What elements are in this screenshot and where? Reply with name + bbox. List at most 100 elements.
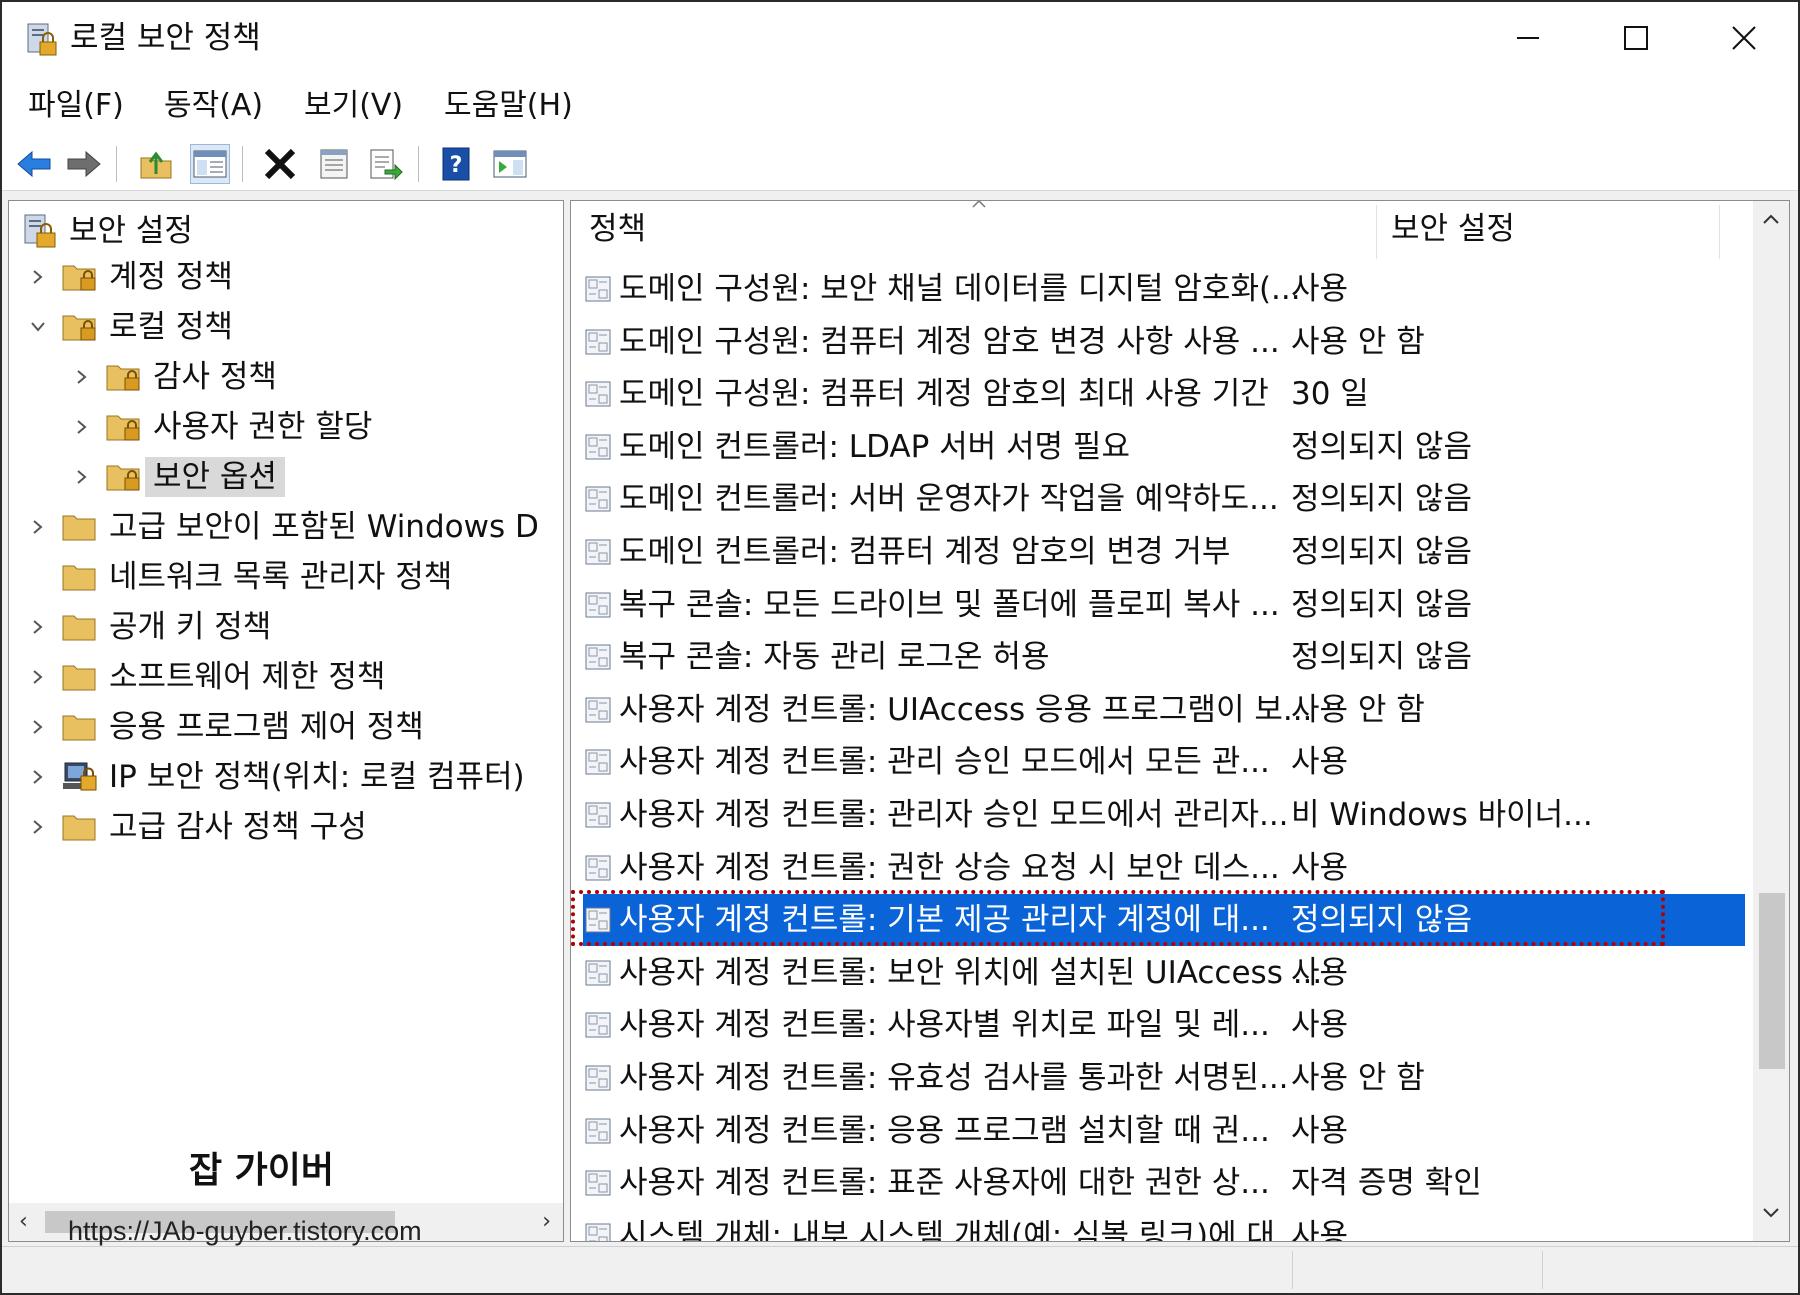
scroll-right-icon[interactable]: ›	[542, 1209, 551, 1234]
tree-item-security-options[interactable]: 보안 옵션	[71, 453, 285, 501]
policy-name: 사용자 계정 컨트롤: 권한 상승 요청 시 보안 데스...	[619, 849, 1280, 886]
chevron-right-icon[interactable]	[27, 816, 49, 838]
scroll-thumb[interactable]	[1759, 893, 1785, 1069]
tree-item-public-key[interactable]: 공개 키 정책	[27, 603, 271, 651]
policy-row[interactable]: 사용자 계정 컨트롤: 사용자별 위치로 파일 및 레... 사용	[583, 999, 1745, 1051]
column-divider[interactable]	[1376, 205, 1377, 259]
column-header-setting[interactable]: 보안 설정	[1391, 209, 1515, 249]
scroll-left-icon[interactable]: ‹	[19, 1209, 28, 1234]
policy-row[interactable]: 사용자 계정 컨트롤: 유효성 검사를 통과한 서명된... 사용 안 함	[583, 1052, 1745, 1104]
tree-item-local-policy[interactable]: 로컬 정책	[27, 303, 233, 351]
policy-row[interactable]: 도메인 컨트롤러: LDAP 서버 서명 필요 정의되지 않음	[583, 421, 1745, 473]
delete-button[interactable]	[260, 144, 300, 184]
tree-item-network-list[interactable]: 네트워크 목록 관리자 정책	[27, 553, 452, 601]
scroll-down-icon[interactable]	[1762, 1207, 1780, 1219]
maximize-button[interactable]	[1582, 2, 1690, 74]
folder-icon	[62, 715, 96, 741]
policy-setting-value: 사용	[1291, 1217, 1349, 1242]
tree-item-ip-security[interactable]: IP 보안 정책(위치: 로컬 컴퓨터)	[27, 753, 525, 801]
chevron-right-icon[interactable]	[71, 416, 93, 438]
tree-label: IP 보안 정책(위치: 로컬 컴퓨터)	[109, 759, 525, 795]
policy-setting-value: 사용 안 함	[1291, 691, 1425, 728]
chevron-down-icon[interactable]	[27, 316, 49, 338]
vertical-scrollbar[interactable]	[1753, 201, 1789, 1241]
highlight-annotation-box	[571, 890, 1665, 947]
policy-row[interactable]: 사용자 계정 컨트롤: 관리자 승인 모드에서 관리자... 비 Windows …	[583, 789, 1745, 841]
chevron-right-icon[interactable]	[71, 466, 93, 488]
policy-setting-value: 정의되지 않음	[1291, 534, 1472, 570]
menu-action[interactable]: 동작(A)	[160, 86, 267, 126]
policy-setting-icon	[583, 695, 613, 725]
policy-row[interactable]: 도메인 구성원: 컴퓨터 계정 암호의 최대 사용 기간 30 일	[583, 368, 1745, 420]
back-button[interactable]	[14, 144, 54, 184]
policy-setting-icon	[583, 1168, 613, 1198]
chevron-right-icon[interactable]	[27, 716, 49, 738]
policy-row[interactable]: 사용자 계정 컨트롤: UIAccess 응용 프로그램이 보... 사용 안 함	[583, 684, 1745, 736]
chevron-right-icon[interactable]	[27, 666, 49, 688]
tree-item-app-control[interactable]: 응용 프로그램 제어 정책	[27, 703, 424, 751]
menu-view[interactable]: 보기(V)	[300, 86, 407, 126]
scroll-up-icon[interactable]	[1762, 213, 1780, 225]
policy-setting-icon	[583, 327, 613, 357]
policy-row[interactable]: 사용자 계정 컨트롤: 관리 승인 모드에서 모든 관... 사용	[583, 736, 1745, 788]
policy-name: 도메인 구성원: 보안 채널 데이터를 디지털 암호화(...	[619, 271, 1301, 307]
policy-row[interactable]: 복구 콘솔: 모든 드라이브 및 폴더에 플로피 복사 ... 정의되지 않음	[583, 579, 1745, 631]
tree-item-security-settings[interactable]: 보안 설정	[21, 207, 193, 255]
status-separator	[1292, 1251, 1293, 1289]
show-hide-tree-button[interactable]	[190, 144, 230, 184]
policy-row[interactable]: 사용자 계정 컨트롤: 응용 프로그램 설치할 때 권... 사용	[583, 1105, 1745, 1157]
status-bar	[2, 1246, 1798, 1293]
policy-setting-value: 정의되지 않음	[1291, 586, 1472, 623]
policy-row[interactable]: 사용자 계정 컨트롤: 기본 제공 관리자 계정에 대... 정의되지 않음	[571, 890, 1745, 947]
menu-help[interactable]: 도움말(H)	[440, 86, 577, 126]
action-pane-button[interactable]	[490, 144, 530, 184]
folder-icon	[62, 565, 96, 591]
policy-setting-icon	[583, 642, 613, 672]
tree-item-advanced-audit[interactable]: 고급 감사 정책 구성	[27, 803, 367, 851]
security-policy-app-icon	[27, 23, 57, 56]
tree-item-windows-defender-firewall[interactable]: 고급 보안이 포함된 Windows D	[27, 503, 539, 551]
close-button[interactable]	[1690, 2, 1798, 74]
tree-item-software-restriction[interactable]: 소프트웨어 제한 정책	[27, 653, 385, 701]
chevron-right-icon[interactable]	[27, 266, 49, 288]
svg-text:?: ?	[450, 153, 463, 178]
policy-setting-icon	[583, 800, 613, 830]
policy-row[interactable]: 시스템 개체: 내부 시스템 개체(예: 심볼 링크)에 대 사용	[583, 1210, 1745, 1242]
export-list-button[interactable]	[366, 144, 406, 184]
policy-row[interactable]: 도메인 구성원: 컴퓨터 계정 암호 변경 사항 사용 ... 사용 안 함	[583, 316, 1745, 368]
properties-button[interactable]	[314, 144, 354, 184]
up-folder-icon	[140, 151, 172, 179]
help-button[interactable]: ?	[436, 144, 476, 184]
forward-button[interactable]	[64, 144, 104, 184]
action-pane-icon	[493, 150, 527, 178]
chevron-right-icon[interactable]	[27, 616, 49, 638]
policy-name: 시스템 개체: 내부 시스템 개체(예: 심볼 링크)에 대	[619, 1217, 1275, 1242]
up-folder-button[interactable]	[136, 144, 176, 184]
policy-row[interactable]: 사용자 계정 컨트롤: 보안 위치에 설치된 UIAccess ... 사용	[583, 947, 1745, 999]
policy-setting-value: 정의되지 않음	[1291, 639, 1472, 676]
locked-folder-icon	[106, 365, 140, 391]
folder-icon	[62, 515, 96, 541]
policy-row[interactable]: 복구 콘솔: 자동 관리 로그온 허용 정의되지 않음	[583, 631, 1745, 683]
back-icon	[17, 150, 51, 178]
policy-row[interactable]: 사용자 계정 컨트롤: 권한 상승 요청 시 보안 데스... 사용	[583, 842, 1745, 894]
policy-row[interactable]: 도메인 구성원: 보안 채널 데이터를 디지털 암호화(... 사용	[583, 263, 1745, 315]
policy-name: 사용자 계정 컨트롤: 관리 승인 모드에서 모든 관...	[619, 744, 1270, 781]
tree-label: 보안 설정	[69, 213, 193, 249]
policy-row[interactable]: 도메인 컨트롤러: 컴퓨터 계정 암호의 변경 거부 정의되지 않음	[583, 526, 1745, 578]
tree-item-account-policy[interactable]: 계정 정책	[27, 253, 233, 301]
policy-setting-icon	[583, 747, 613, 777]
chevron-right-icon[interactable]	[27, 766, 49, 788]
policy-row[interactable]: 사용자 계정 컨트롤: 표준 사용자에 대한 권한 상... 자격 증명 확인	[583, 1157, 1745, 1209]
chevron-right-icon[interactable]	[27, 516, 49, 538]
forward-icon	[67, 150, 101, 178]
minimize-button[interactable]	[1474, 2, 1582, 74]
column-divider[interactable]	[1719, 205, 1720, 259]
tree-item-user-rights[interactable]: 사용자 권한 할당	[71, 403, 372, 451]
policy-setting-icon	[583, 379, 613, 409]
chevron-right-icon[interactable]	[71, 366, 93, 388]
menu-file[interactable]: 파일(F)	[24, 86, 128, 126]
column-header-policy[interactable]: 정책	[589, 209, 646, 249]
policy-row[interactable]: 도메인 컨트롤러: 서버 운영자가 작업을 예약하도... 정의되지 않음	[583, 473, 1745, 525]
tree-item-audit-policy[interactable]: 감사 정책	[71, 353, 277, 401]
